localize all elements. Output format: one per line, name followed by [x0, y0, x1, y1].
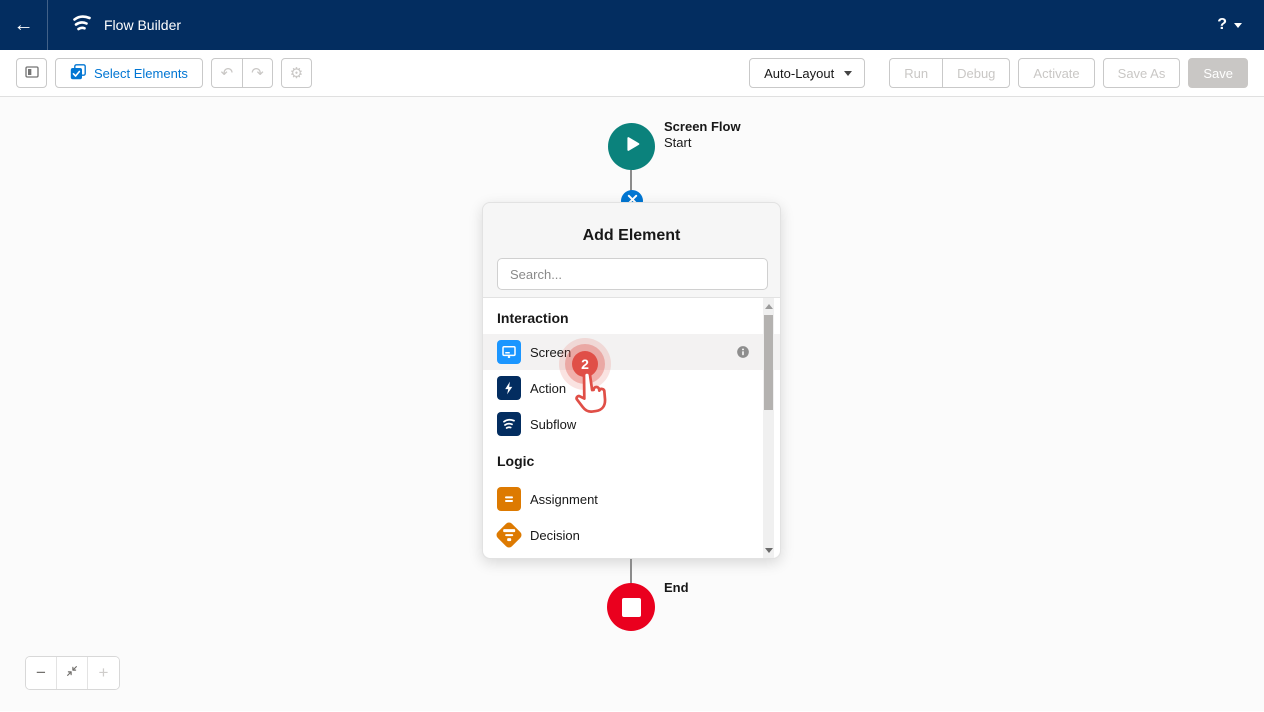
save-as-button[interactable]: Save As: [1103, 58, 1181, 88]
undo-button[interactable]: ↶: [211, 58, 242, 88]
subflow-icon: [497, 412, 521, 436]
popup-title: Add Element: [483, 203, 780, 245]
element-list: Interaction Screen: [483, 297, 780, 558]
click-hand-cursor-icon: [567, 366, 616, 422]
scrollbar-thumb[interactable]: [764, 315, 773, 410]
toggle-panel-button[interactable]: [16, 58, 47, 88]
element-item-screen[interactable]: Screen: [483, 334, 780, 370]
connector-line: [630, 170, 632, 191]
app-title: Flow Builder: [104, 17, 181, 33]
start-node-label: Screen Flow Start: [664, 119, 741, 151]
help-caret-icon[interactable]: [1234, 23, 1242, 28]
flow-canvas[interactable]: Screen Flow Start Add Element Interactio…: [0, 97, 1264, 711]
builder-toolbar: Select Elements ↶ ↷ ⚙ Auto-Layout Run De…: [0, 50, 1264, 97]
save-button[interactable]: Save: [1188, 58, 1248, 88]
flow-builder-logo-icon: [70, 11, 94, 40]
section-header-interaction: Interaction: [483, 310, 780, 326]
element-item-subflow[interactable]: Subflow: [483, 406, 780, 442]
scroll-up-arrow-icon[interactable]: [763, 300, 774, 312]
play-icon: [621, 133, 643, 160]
screen-icon: [497, 340, 521, 364]
add-element-popup: Add Element Interaction Screen: [482, 202, 781, 559]
scroll-down-arrow-icon[interactable]: [763, 544, 774, 556]
top-navbar: ← Flow Builder ?: [0, 0, 1264, 50]
popup-scrollbar[interactable]: [763, 298, 774, 558]
chevron-down-icon: [844, 71, 852, 76]
zoom-in-button[interactable]: +: [88, 657, 119, 689]
run-button[interactable]: Run: [889, 58, 942, 88]
element-item-assignment[interactable]: Assignment: [483, 481, 780, 517]
select-elements-button[interactable]: Select Elements: [55, 58, 203, 88]
redo-icon: ↷: [251, 66, 264, 81]
back-button[interactable]: ←: [0, 0, 48, 50]
assignment-icon: [497, 487, 521, 511]
panel-toggle-icon: [24, 64, 40, 83]
select-elements-checkbox-icon: [70, 64, 86, 83]
element-item-action[interactable]: Action: [483, 370, 780, 406]
action-icon: [497, 376, 521, 400]
decision-icon: [497, 523, 521, 547]
layout-mode-dropdown[interactable]: Auto-Layout: [749, 58, 865, 88]
zoom-fit-button[interactable]: [57, 657, 88, 689]
element-search-input[interactable]: [497, 258, 768, 290]
end-node[interactable]: [607, 583, 655, 631]
undo-icon: ↶: [221, 66, 234, 81]
back-arrow-icon: ←: [14, 14, 34, 37]
start-node[interactable]: [608, 123, 655, 170]
activate-button[interactable]: Activate: [1018, 58, 1094, 88]
help-button[interactable]: ?: [1217, 16, 1227, 34]
fit-to-view-icon: [65, 663, 79, 683]
connector-line: [630, 559, 632, 584]
gear-icon: ⚙: [290, 66, 303, 81]
stop-icon: [622, 598, 641, 617]
section-header-logic: Logic: [483, 453, 780, 469]
debug-button[interactable]: Debug: [942, 58, 1010, 88]
end-node-label: End: [664, 580, 689, 595]
info-icon[interactable]: [736, 345, 750, 364]
settings-button[interactable]: ⚙: [281, 58, 312, 88]
redo-button[interactable]: ↷: [242, 58, 273, 88]
element-item-decision[interactable]: Decision: [483, 517, 780, 553]
zoom-out-button[interactable]: −: [26, 657, 57, 689]
zoom-controls: − +: [25, 656, 120, 690]
